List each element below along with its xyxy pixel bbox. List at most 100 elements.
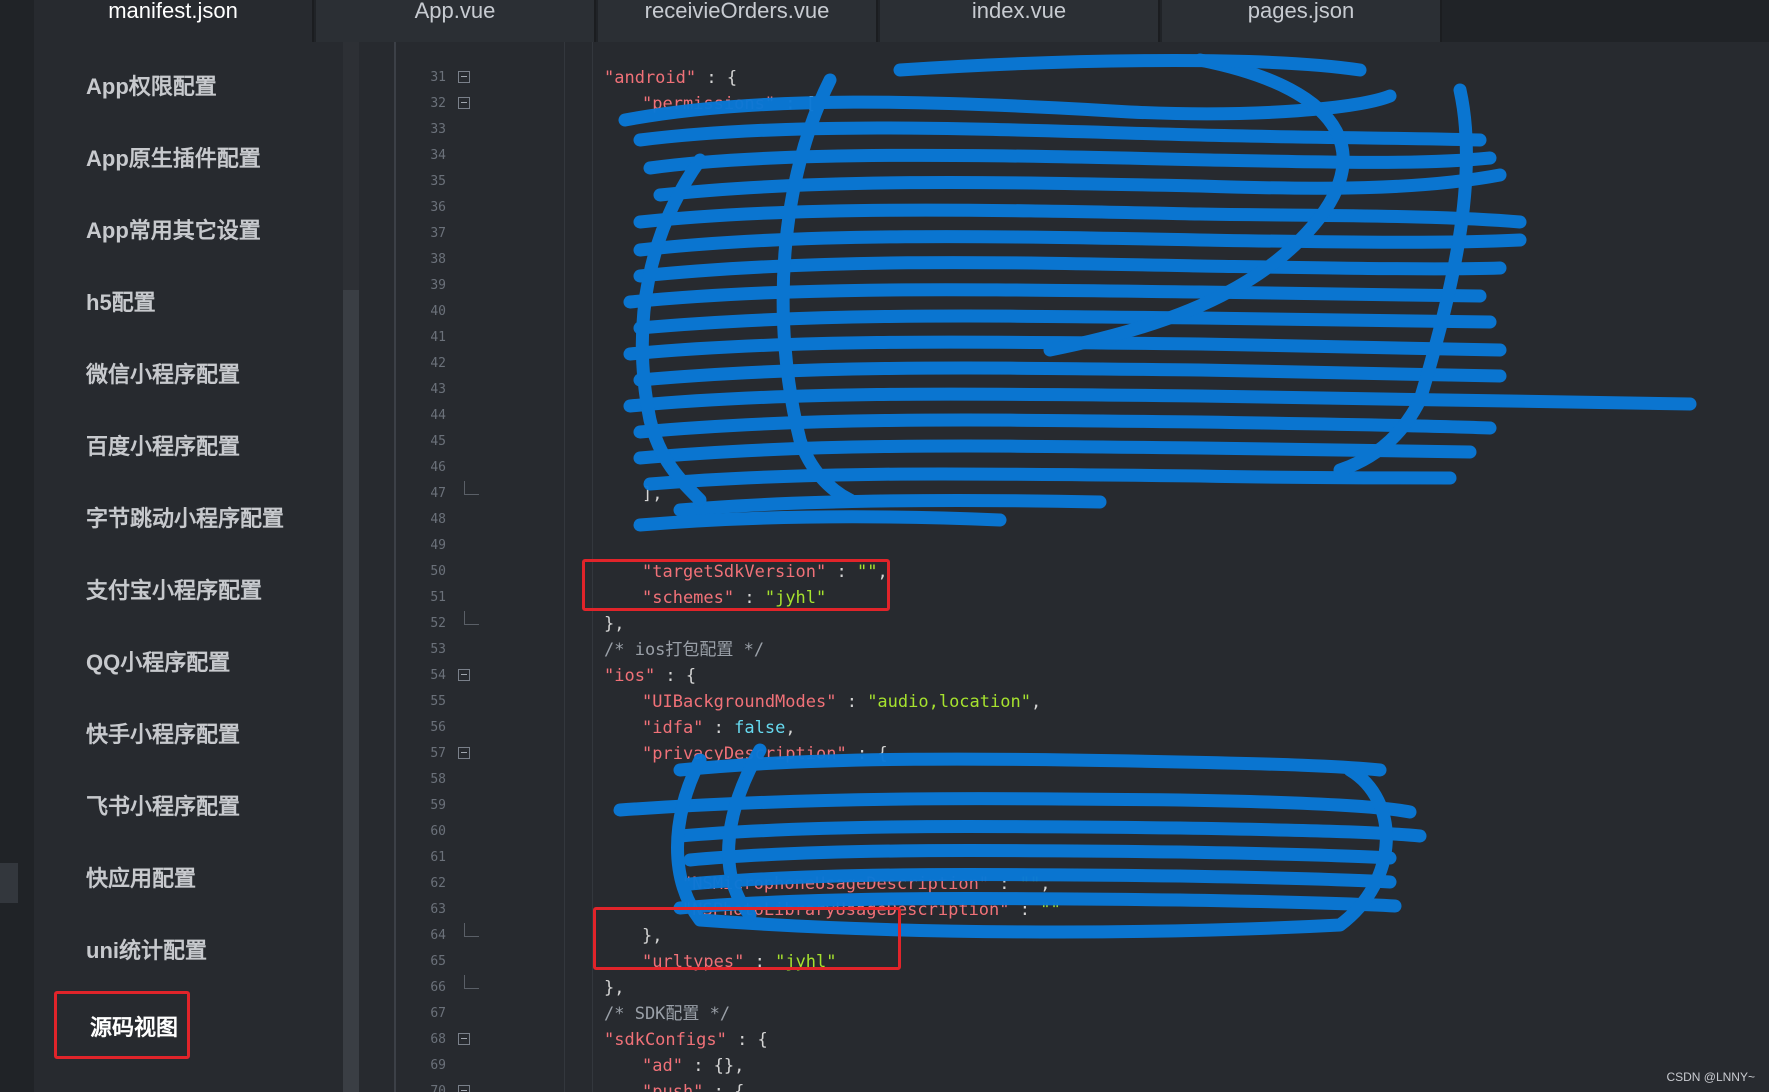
sidebar-item-lark-mp[interactable]: 飞书小程序配置 xyxy=(86,787,240,827)
line-number: 43 xyxy=(430,382,446,397)
code-line: 48 xyxy=(394,507,1769,533)
fold-toggle-icon[interactable] xyxy=(458,71,470,83)
sidebar-item-app-other-settings[interactable]: App常用其它设置 xyxy=(86,211,261,251)
code-line: 33 xyxy=(394,117,1769,143)
tab-pages-json[interactable]: pages.json xyxy=(1162,0,1442,42)
config-sidebar: App权限配置 App原生插件配置 App常用其它设置 h5配置 微信小程序配置… xyxy=(34,42,394,1092)
code-line: 58 xyxy=(394,767,1769,793)
line-number: 47 xyxy=(430,486,446,501)
line-number: 68 xyxy=(430,1032,446,1047)
tab-receivie-orders-vue[interactable]: receivieOrders.vue xyxy=(598,0,878,42)
code-text: "permissions" : [ xyxy=(642,94,817,114)
tab-label: index.vue xyxy=(971,0,1067,23)
line-number: 60 xyxy=(430,824,446,839)
fold-end-marker xyxy=(464,923,479,937)
line-number: 61 xyxy=(430,850,446,865)
code-text: "push" : { xyxy=(642,1082,745,1092)
sidebar-item-uni-stat[interactable]: uni统计配置 xyxy=(86,931,207,971)
code-text: "android" : { xyxy=(604,68,738,88)
line-number: 59 xyxy=(430,798,446,813)
line-number: 57 xyxy=(430,746,446,761)
sidebar-item-app-native-plugins[interactable]: App原生插件配置 xyxy=(86,139,261,179)
code-line: 55 "UIBackgroundModes" : "audio,location"… xyxy=(394,689,1769,715)
line-number: 58 xyxy=(430,772,446,787)
line-number: 70 xyxy=(430,1084,446,1092)
line-number: 31 xyxy=(430,70,446,85)
editor-tab-bar: manifest.json App.vue receivieOrders.vue… xyxy=(34,0,1769,42)
line-number: 32 xyxy=(430,96,446,111)
sidebar-item-source-view[interactable]: 源码视图 xyxy=(54,991,190,1059)
code-line: 49 xyxy=(394,533,1769,559)
code-text: /* ios打包配置 */ xyxy=(604,640,765,660)
line-number: 44 xyxy=(430,408,446,423)
code-line: 32 "permissions" : [ xyxy=(394,91,1769,117)
code-line: 43 xyxy=(394,377,1769,403)
code-line: 37 xyxy=(394,221,1769,247)
line-number: 37 xyxy=(430,226,446,241)
fold-toggle-icon[interactable] xyxy=(458,1033,470,1045)
line-number: 65 xyxy=(430,954,446,969)
code-text: "idfa" : false, xyxy=(642,718,796,738)
line-number: 50 xyxy=(430,564,446,579)
tab-index-vue[interactable]: index.vue xyxy=(880,0,1160,42)
tab-app-vue[interactable]: App.vue xyxy=(316,0,596,42)
code-line: 31 "android" : { xyxy=(394,65,1769,91)
code-line: 62 "NSMicrophoneUsageDescription" : "", xyxy=(394,871,1769,897)
line-number: 64 xyxy=(430,928,446,943)
code-line: 66}, xyxy=(394,975,1769,1001)
fold-toggle-icon[interactable] xyxy=(458,747,470,759)
watermark: CSDN @LNNY~ xyxy=(1666,1070,1755,1084)
line-number: 48 xyxy=(430,512,446,527)
sidebar-item-h5[interactable]: h5配置 xyxy=(86,283,156,323)
sidebar-item-toutiao-mp[interactable]: 字节跳动小程序配置 xyxy=(86,499,284,539)
tab-manifest-json[interactable]: manifest.json xyxy=(34,0,314,42)
sidebar-item-baidu-mp[interactable]: 百度小程序配置 xyxy=(86,427,240,467)
sidebar-item-quickapp[interactable]: 快应用配置 xyxy=(86,859,196,899)
line-number: 53 xyxy=(430,642,446,657)
code-line: 39 xyxy=(394,273,1769,299)
code-text: "UIBackgroundModes" : "audio,location", xyxy=(642,692,1042,712)
code-line: 46 xyxy=(394,455,1769,481)
tab-label: pages.json xyxy=(1247,0,1355,23)
code-text: "sdkConfigs" : { xyxy=(604,1030,768,1050)
line-number: 41 xyxy=(430,330,446,345)
code-line: 41 xyxy=(394,325,1769,351)
code-line: 34 xyxy=(394,143,1769,169)
code-line: 67 /* SDK配置 */ xyxy=(394,1001,1769,1027)
sidebar-item-kuaishou-mp[interactable]: 快手小程序配置 xyxy=(86,715,240,755)
code-line: 57 "privacyDescription" : { xyxy=(394,741,1769,767)
sidebar-item-app-permissions[interactable]: App权限配置 xyxy=(86,67,217,107)
code-line: 36 xyxy=(394,195,1769,221)
code-text: "ios" : { xyxy=(604,666,697,686)
code-line: 47], xyxy=(394,481,1769,507)
code-line: 56 "idfa" : false, xyxy=(394,715,1769,741)
line-number: 34 xyxy=(430,148,446,163)
line-number: 36 xyxy=(430,200,446,215)
line-number: 51 xyxy=(430,590,446,605)
code-text: /* SDK配置 */ xyxy=(604,1004,731,1024)
line-number: 56 xyxy=(430,720,446,735)
code-text: }, xyxy=(604,614,625,634)
code-line: 60 xyxy=(394,819,1769,845)
code-line: 38 xyxy=(394,247,1769,273)
sidebar-scrollbar-thumb[interactable] xyxy=(343,290,359,1092)
line-number: 54 xyxy=(430,668,446,683)
line-number: 52 xyxy=(430,616,446,631)
fold-toggle-icon[interactable] xyxy=(458,1085,470,1092)
sidebar-item-qq-mp[interactable]: QQ小程序配置 xyxy=(86,643,230,683)
fold-toggle-icon[interactable] xyxy=(458,669,470,681)
sidebar-item-weixin-mp[interactable]: 微信小程序配置 xyxy=(86,355,240,395)
code-line: 40 xyxy=(394,299,1769,325)
fold-toggle-icon[interactable] xyxy=(458,97,470,109)
line-number: 38 xyxy=(430,252,446,267)
sidebar-item-alipay-mp[interactable]: 支付宝小程序配置 xyxy=(86,571,262,611)
highlight-box-urltypes xyxy=(593,907,901,970)
left-edge-marker xyxy=(0,863,18,903)
code-text: "ad" : {}, xyxy=(642,1056,745,1076)
code-text: ], xyxy=(642,484,663,504)
code-text: "privacyDescription" : { xyxy=(642,744,888,764)
fold-end-marker xyxy=(464,975,479,989)
fold-end-marker xyxy=(464,481,479,495)
line-number: 69 xyxy=(430,1058,446,1073)
line-number: 42 xyxy=(430,356,446,371)
